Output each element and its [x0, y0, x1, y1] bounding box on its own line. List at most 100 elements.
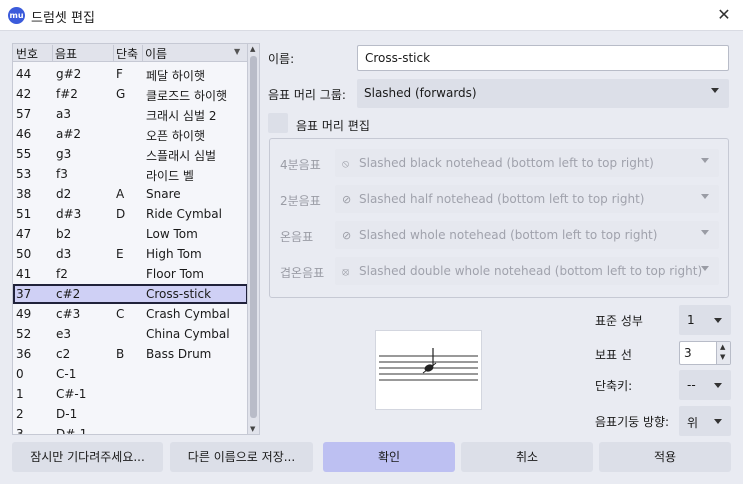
cell-note: d2 — [56, 187, 72, 201]
cell-name: Crash Cymbal — [146, 307, 230, 321]
chevron-down-icon — [714, 318, 722, 323]
table-row[interactable]: 50 d3 E High Tom — [13, 244, 248, 264]
spin-down-icon[interactable]: ▼ — [720, 353, 725, 361]
cell-num: 1 — [16, 387, 24, 401]
cell-key: E — [116, 247, 124, 261]
whole-notehead-dropdown[interactable]: ⊘ Slashed whole notehead (bottom left to… — [335, 221, 719, 249]
table-row[interactable]: 57 a3 크래시 심벌 2 — [13, 104, 248, 124]
cell-name: Ride Cymbal — [146, 207, 222, 221]
table-row[interactable]: 53 f3 라이드 벨 — [13, 164, 248, 184]
table-rows: 44 g#2 F 페달 하이햇 42 f#2 G 클로즈드 하이햇 57 a3 크래시 심벌 2 46… — [13, 64, 248, 435]
cell-num: 50 — [16, 247, 32, 261]
sort-arrow-icon: ▼ — [234, 47, 241, 56]
cell-name: 스플래시 심벌 — [146, 149, 217, 163]
table-row[interactable]: 1 C#-1 — [13, 384, 248, 404]
half-notehead-dropdown[interactable]: ⊘ Slashed half notehead (bottom left to … — [335, 185, 719, 213]
table-row[interactable]: 42 f#2 G 클로즈드 하이햇 — [13, 84, 248, 104]
table-row[interactable]: 51 d#3 D Ride Cymbal — [13, 204, 248, 224]
table-row[interactable]: 37 c#2 Cross-stick — [13, 284, 248, 304]
cell-key: G — [116, 87, 126, 101]
ok-button[interactable]: 확인 — [323, 442, 455, 472]
name-input[interactable]: Cross-stick — [357, 45, 729, 71]
table-row[interactable]: 46 a#2 오픈 하이햇 — [13, 124, 248, 144]
shortcut-dropdown[interactable]: -- — [679, 370, 731, 400]
cell-name: 오픈 하이햇 — [146, 129, 206, 143]
save-as-button[interactable]: 다른 이름으로 저장... — [170, 442, 313, 472]
cell-num: 2 — [16, 407, 24, 421]
cell-num: 47 — [16, 227, 32, 241]
stem-direction-label: 음표기둥 방향: — [595, 415, 670, 429]
table-row[interactable]: 0 C-1 — [13, 364, 248, 384]
cell-name: 크래시 심벌 2 — [146, 109, 217, 123]
column-header-shortcut[interactable]: 단축 — [113, 45, 138, 61]
column-header-number[interactable]: 번호 — [16, 45, 38, 62]
table-row[interactable]: 49 c#3 C Crash Cymbal — [13, 304, 248, 324]
cell-note: g3 — [56, 147, 72, 161]
cell-num: 57 — [16, 107, 32, 121]
cell-num: 36 — [16, 347, 32, 361]
edit-notehead-label: 음표 머리 편집 — [296, 119, 370, 133]
stem-direction-dropdown[interactable]: 위 — [679, 406, 731, 436]
staff-line-spinbox[interactable]: 3 ▲ ▼ — [679, 341, 731, 365]
cell-name: 라이드 벨 — [146, 169, 194, 183]
cell-note: b2 — [56, 227, 72, 241]
apply-button[interactable]: 적용 — [599, 442, 731, 472]
quarter-note-label: 4분음표 — [280, 158, 321, 172]
quarter-notehead-dropdown[interactable]: ⦸ Slashed black notehead (bottom left to… — [335, 149, 719, 177]
cell-num: 0 — [16, 367, 24, 381]
chevron-down-icon — [711, 88, 719, 93]
scroll-up-icon[interactable]: ▲ — [250, 45, 255, 53]
table-row[interactable]: 2 D-1 — [13, 404, 248, 424]
spinbox-buttons: ▲ ▼ — [716, 342, 730, 364]
slashed-whole-notehead-icon: ⊘ — [342, 229, 352, 242]
edit-notehead-checkbox[interactable] — [268, 113, 288, 133]
table-row[interactable]: 38 d2 A Snare — [13, 184, 248, 204]
table-row[interactable]: 44 g#2 F 페달 하이햇 — [13, 64, 248, 84]
double-whole-notehead-dropdown[interactable]: ⦻ Slashed double whole notehead (bottom … — [335, 257, 719, 285]
cell-name: High Tom — [146, 247, 202, 261]
cell-num: 55 — [16, 147, 32, 161]
default-voice-value: 1 — [687, 313, 695, 327]
table-row[interactable]: 55 g3 스플래시 심벌 — [13, 144, 248, 164]
close-icon[interactable]: ✕ — [715, 5, 733, 24]
cell-key: F — [116, 67, 123, 81]
cell-name: Cross-stick — [146, 287, 212, 301]
scroll-down-icon[interactable]: ▼ — [250, 425, 255, 433]
cell-name: 클로즈드 하이햇 — [146, 89, 228, 103]
cell-num: 52 — [16, 327, 32, 341]
name-label: 이름: — [268, 52, 295, 66]
cell-num: 37 — [16, 287, 32, 301]
cancel-button[interactable]: 취소 — [461, 442, 593, 472]
cell-name: 페달 하이햇 — [146, 69, 206, 83]
column-header-note[interactable]: 음표 — [52, 45, 77, 61]
chevron-down-icon — [701, 266, 709, 271]
cell-note: g#2 — [56, 67, 82, 81]
table-scrollbar[interactable]: ▲ ▼ — [247, 44, 259, 434]
notehead-group-dropdown[interactable]: Slashed (forwards) — [357, 79, 729, 108]
cell-name: Snare — [146, 187, 181, 201]
cell-num: 51 — [16, 207, 32, 221]
cell-key: B — [116, 347, 125, 361]
table-row[interactable]: 52 e3 China Cymbal — [13, 324, 248, 344]
notehead-preview — [375, 330, 482, 410]
column-header-name[interactable]: 이름 — [142, 45, 167, 61]
cell-num: 3 — [16, 427, 24, 435]
load-button[interactable]: 잠시만 기다려주세요... — [12, 442, 163, 472]
cell-num: 38 — [16, 187, 32, 201]
table-row[interactable]: 47 b2 Low Tom — [13, 224, 248, 244]
cell-note: e3 — [56, 327, 72, 341]
cell-note: a3 — [56, 107, 71, 121]
table-row[interactable]: 36 c2 B Bass Drum — [13, 344, 248, 364]
cell-note: C#-1 — [56, 387, 87, 401]
whole-note-label: 온음표 — [280, 230, 314, 244]
window-title: 드럼셋 편집 — [31, 11, 95, 26]
scrollbar-thumb[interactable] — [250, 56, 257, 418]
double-whole-notehead-value: Slashed double whole notehead (bottom le… — [359, 264, 703, 278]
spin-up-icon[interactable]: ▲ — [720, 343, 725, 351]
staff-preview-image — [379, 348, 478, 381]
default-voice-dropdown[interactable]: 1 — [679, 305, 731, 335]
cell-key: C — [116, 307, 125, 321]
table-row[interactable]: 3 D#-1 — [13, 424, 248, 435]
table-row[interactable]: 41 f2 Floor Tom — [13, 264, 248, 284]
chevron-down-icon — [701, 158, 709, 163]
